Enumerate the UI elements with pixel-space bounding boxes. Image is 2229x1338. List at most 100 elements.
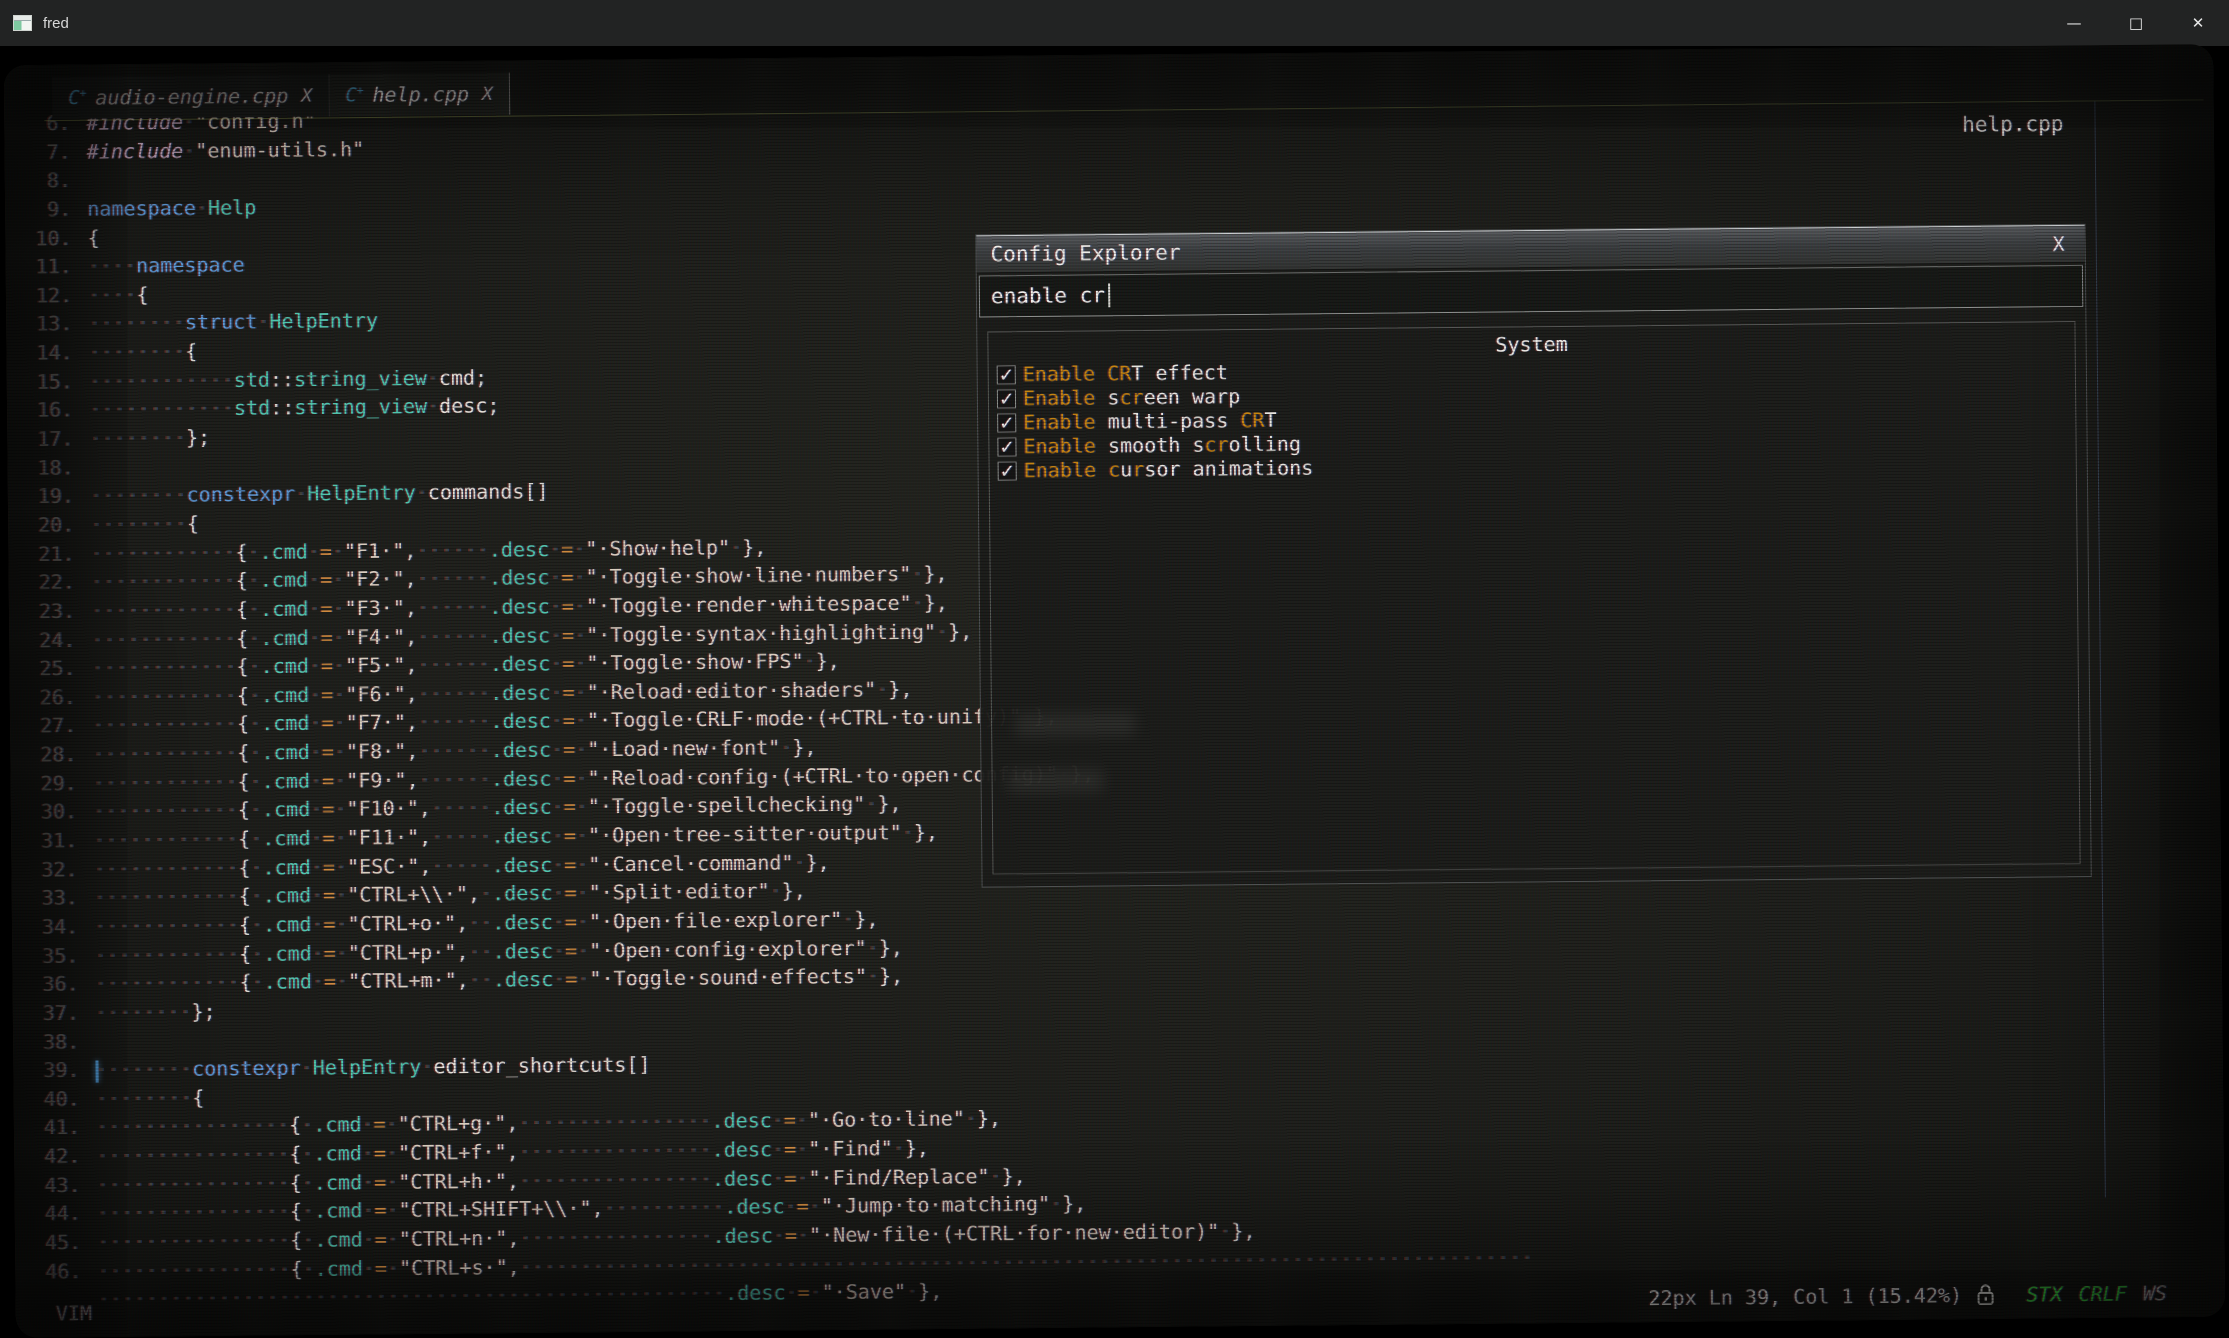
- code-token-ws: ············: [91, 626, 236, 651]
- code-token-pu: ,: [419, 796, 431, 820]
- code-token-ws: ·: [248, 654, 260, 678]
- code-token-ws: ·: [793, 850, 805, 874]
- code-token-ws: ············: [93, 827, 238, 852]
- code-token-pu: },: [879, 964, 903, 988]
- line-number: 44.: [15, 1199, 97, 1228]
- code-token-ws: ················: [519, 1224, 712, 1250]
- code-token-ws: ·: [250, 769, 262, 793]
- code-token-ws: ······: [417, 623, 490, 648]
- status-flag-ws[interactable]: WS: [2143, 1281, 2167, 1305]
- code-token-pu: },: [792, 735, 816, 759]
- code-token-mem: .cmd: [263, 883, 311, 908]
- code-token-ws: ········: [89, 425, 186, 450]
- document-label: help.cpp: [1962, 112, 2064, 137]
- code-token-ws: ·: [332, 567, 344, 591]
- status-flag-crlf[interactable]: CRLF: [2078, 1282, 2126, 1307]
- code-token-pu: },: [977, 1106, 1001, 1130]
- code-token-ws: ······: [416, 537, 489, 562]
- tab-audio-engine.cpp[interactable]: C+audio-engine.cppX: [52, 74, 330, 119]
- code-token-st: "CTRL+g·": [398, 1111, 507, 1136]
- line-number: 23.: [9, 597, 91, 626]
- option-label-part: u: [1120, 457, 1132, 481]
- code-token-mem: .desc: [489, 594, 550, 619]
- code-token-ws: ············: [93, 769, 238, 794]
- code-token-ws: ················: [519, 1138, 712, 1164]
- code-token-pu: ,: [468, 882, 480, 906]
- code-token-pu: {: [239, 970, 251, 994]
- code-token-pu: {: [290, 1257, 302, 1281]
- config-search-input[interactable]: enable cr: [979, 265, 2084, 318]
- code-token-pu: },: [948, 619, 972, 643]
- line-number: 35.: [12, 941, 94, 970]
- popup-close-button[interactable]: X: [2046, 232, 2070, 256]
- code-token-ws: ·: [310, 768, 322, 792]
- code-token-pu: {: [236, 654, 248, 678]
- code-token-op: =: [565, 938, 577, 962]
- code-token-ws: ·: [553, 967, 565, 991]
- code-token-ws: ·: [796, 1166, 808, 1190]
- code-token-op: =: [561, 565, 573, 589]
- cpp-file-icon: C+: [68, 86, 84, 109]
- checkbox-checked[interactable]: ✓: [997, 413, 1016, 432]
- code-token-ws: ············: [92, 683, 237, 708]
- code-token-st: "·Find": [808, 1136, 893, 1161]
- line-number: 16.: [7, 396, 89, 425]
- code-token-ws: ·: [386, 1141, 398, 1165]
- code-token-ws: ·: [575, 680, 587, 704]
- code-token-ws: ······: [418, 767, 491, 792]
- line-number: 19.: [8, 482, 90, 511]
- code-token-ws: ·: [576, 795, 588, 819]
- code-token-st: "CTRL+SHIFT+\\·": [398, 1196, 591, 1222]
- code-token-pu: {: [187, 511, 199, 535]
- code-token-ws: ·: [576, 852, 588, 876]
- screen-burn-ghost: [1008, 769, 1104, 792]
- code-token-pu: ,: [404, 567, 416, 591]
- code-token-op: =: [374, 1198, 386, 1222]
- close-button[interactable]: ✕: [2167, 0, 2229, 46]
- config-list: System ✓Enable CRT effect✓Enable screen …: [987, 321, 2080, 875]
- minimize-button[interactable]: —: [2043, 0, 2105, 46]
- checkbox-checked[interactable]: ✓: [997, 389, 1016, 408]
- code-token-pu: ,: [506, 1140, 518, 1164]
- code-token-op: =: [562, 594, 574, 618]
- option-label-part: s: [1107, 385, 1119, 409]
- code-token-ws: ······: [417, 652, 490, 677]
- checkbox-checked[interactable]: ✓: [998, 461, 1017, 480]
- checkbox-checked[interactable]: ✓: [997, 365, 1016, 384]
- checkbox-checked[interactable]: ✓: [997, 437, 1016, 456]
- code-token-ws: ·: [311, 912, 323, 936]
- maximize-button[interactable]: □: [2105, 0, 2167, 46]
- status-flag-stx[interactable]: STX: [2026, 1282, 2062, 1306]
- code-token-st: "CTRL+p·": [348, 939, 457, 964]
- line-number: 32.: [11, 855, 93, 884]
- code-token-ws: ·: [549, 537, 561, 561]
- line-number: 27.: [10, 711, 92, 740]
- code-token-pu: },: [923, 562, 947, 586]
- lock-icon[interactable]: [1974, 1282, 1996, 1308]
- code-token-pu: ,: [419, 825, 431, 849]
- code-token-ws: ······: [417, 595, 490, 620]
- code-token-op: =: [321, 711, 333, 735]
- code-token-ws: ·: [809, 1194, 821, 1218]
- line-number: 20.: [8, 510, 90, 539]
- code-token-op: =: [563, 766, 575, 790]
- tab-help.cpp[interactable]: C+help.cppX: [329, 73, 510, 117]
- code-token-ws: ············: [92, 741, 237, 766]
- code-token-st: "·Toggle·show·FPS": [586, 649, 803, 675]
- code-token-ws: ······: [417, 566, 490, 591]
- code-token-ws: ·: [362, 1170, 374, 1194]
- code-token-st: "·Jump·to·matching": [821, 1192, 1050, 1218]
- code-token-ws: ········: [95, 999, 192, 1024]
- code-token-st: "·Toggle·sound·effects": [589, 964, 867, 991]
- code-token-st: "·Toggle·show·line·numbers": [585, 562, 911, 589]
- code-token-ws: ·: [249, 712, 261, 736]
- line-number: 15.: [7, 367, 89, 396]
- tab-close-icon[interactable]: X: [299, 85, 312, 106]
- code-token-pu: ,: [456, 939, 468, 963]
- code-token-mem: .cmd: [315, 1256, 363, 1281]
- tab-close-icon[interactable]: X: [480, 83, 493, 104]
- code-token-ws: ·: [387, 1227, 399, 1251]
- code-token-ws: ·: [416, 480, 428, 504]
- code-token-ws: ·: [551, 737, 563, 761]
- code-token-kw: namespace: [136, 253, 245, 278]
